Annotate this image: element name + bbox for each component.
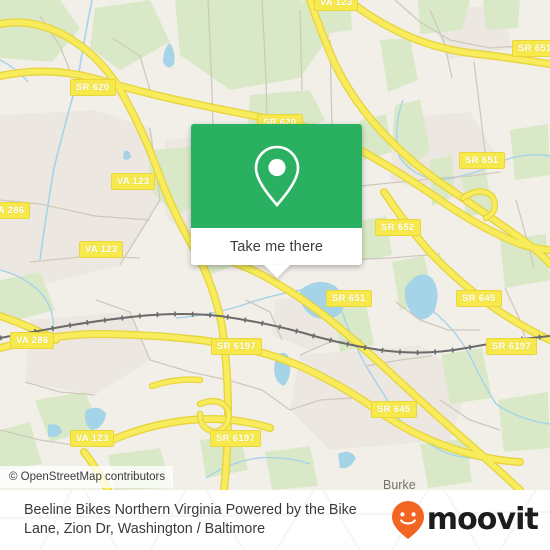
footer-bar: Beeline Bikes Northern Virginia Powered …	[0, 490, 550, 550]
map-canvas[interactable]: SR 620 SR 620 VA 123 SR 651 SR 651 SR 65…	[0, 0, 550, 490]
road-label-va286: VA 286	[10, 332, 55, 349]
road-label-286-clipped: VA 286	[0, 202, 31, 219]
road-label-sr651-topright: SR 651	[512, 40, 550, 57]
road-label-va123-bottom: VA 123	[70, 430, 115, 447]
footer-content: Beeline Bikes Northern Virginia Powered …	[0, 490, 550, 550]
road-label-sr652: SR 652	[375, 219, 421, 236]
road-label-sr645-upper: SR 645	[456, 290, 502, 307]
road-label-sr620-west: SR 620	[70, 79, 116, 96]
footer-place-title: Beeline Bikes Northern Virginia Powered …	[24, 502, 357, 537]
road-label-sr6197-lower: SR 6197	[210, 430, 262, 447]
place-label-burke: Burke	[383, 478, 416, 490]
road-label-sr651-mid: SR 651	[459, 152, 505, 169]
road-label-sr6197-center: SR 6197	[211, 338, 263, 355]
road-label-va123-second: VA 123	[79, 241, 124, 258]
place-popup-card[interactable]: Take me there	[191, 124, 362, 278]
osm-attribution[interactable]: © OpenStreetMap contributors	[0, 466, 174, 488]
map-pin-icon	[254, 145, 299, 208]
place-card-pointer	[263, 265, 290, 278]
road-label-sr6197-right: SR 6197	[486, 338, 538, 355]
moovit-logo[interactable]: moovit	[391, 500, 539, 540]
road-label-sr645-lower: SR 645	[371, 401, 417, 418]
take-me-there-label: Take me there	[229, 238, 324, 255]
place-card-header	[191, 124, 362, 228]
place-card-action[interactable]: Take me there	[191, 228, 362, 265]
road-label-va123-upper: VA 123	[111, 173, 156, 190]
map-share-card: SR 620 SR 620 VA 123 SR 651 SR 651 SR 65…	[0, 0, 550, 550]
moovit-wordmark: moovit	[426, 502, 539, 537]
road-label-sr651-lower: SR 651	[326, 290, 372, 307]
road-label-va123-top: VA 123	[314, 0, 359, 11]
moovit-smiley-pin-icon	[391, 501, 424, 539]
